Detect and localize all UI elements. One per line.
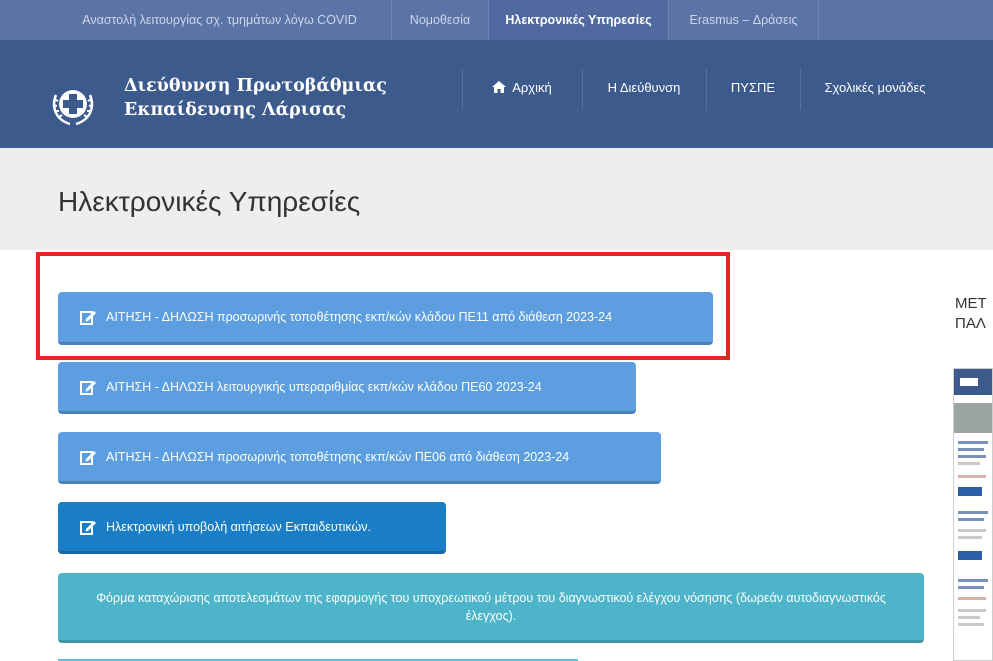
edit-icon [80,520,96,535]
edit-icon [80,450,96,465]
topbar-link-covid[interactable]: Αναστολή λειτουργίας σχ. τμημάτων λόγω C… [48,0,392,40]
service-button-teacher-applications[interactable]: Ηλεκτρονική υποβολή αιτήσεων Εκπαιδευτικ… [58,502,446,554]
sidebar-preview-thumbnail[interactable] [953,368,993,661]
highlight-box [36,252,730,360]
sidebar-heading: ΜΕΤ ΠΑΛ [955,294,987,334]
brand-line-2: Εκπαίδευσης Λάρισας [124,100,347,120]
brand-line-1: Διεύθυνση Πρωτοβάθμιας [124,76,387,96]
sidebar-heading-line-1: ΜΕΤ [955,295,987,312]
site-header: Διεύθυνση Πρωτοβάθμιας Εκπαίδευσης Λάρισ… [0,40,993,148]
service-label: ΑΙΤΗΣΗ - ΔΗΛΩΣΗ προσωρινής τοποθέτησης ε… [106,449,570,464]
title-band: Ηλεκτρονικές Υπηρεσίες [0,148,993,250]
home-icon [492,80,512,95]
service-label: Ηλεκτρονική υποβολή αιτήσεων Εκπαιδευτικ… [106,519,371,534]
nav-directorate[interactable]: Η Διεύθυνση [582,40,706,100]
service-button-pe06-placement[interactable]: ΑΙΤΗΣΗ - ΔΗΛΩΣΗ προσωρινής τοποθέτησης ε… [58,432,661,484]
topbar-link-e-services[interactable]: Ηλεκτρονικές Υπηρεσίες [489,0,669,40]
page-title: Ηλεκτρονικές Υπηρεσίες [58,186,361,217]
nav-home[interactable]: Αρχική [462,40,582,100]
service-button-covid-self-test-form[interactable]: Φόρμα καταχώρισης αποτελεσμάτων της εφαρ… [58,573,924,643]
top-utility-bar: Αναστολή λειτουργίας σχ. τμημάτων λόγω C… [0,0,993,40]
service-label: Φόρμα καταχώρισης αποτελεσμάτων της εφαρ… [96,590,886,623]
service-label: ΑΙΤΗΣΗ - ΔΗΛΩΣΗ λειτουργικής υπεραριθμία… [106,379,542,394]
edit-icon [80,380,96,395]
nav-home-label: Αρχική [512,80,552,95]
site-brand[interactable]: Διεύθυνση Πρωτοβάθμιας Εκπαίδευσης Λάρισ… [124,74,387,122]
nav-school-units[interactable]: Σχολικές μονάδες [800,40,950,100]
greek-emblem-logo[interactable] [50,81,96,127]
sidebar-heading-line-2: ΠΑΛ [955,315,986,332]
service-button-pe60-surplus[interactable]: ΑΙΤΗΣΗ - ΔΗΛΩΣΗ λειτουργικής υπεραριθμία… [58,362,636,414]
topbar-link-erasmus[interactable]: Erasmus – Δράσεις [669,0,819,40]
nav-pyspe[interactable]: ΠΥΣΠΕ [706,40,800,100]
topbar-link-legislation[interactable]: Νομοθεσία [392,0,489,40]
